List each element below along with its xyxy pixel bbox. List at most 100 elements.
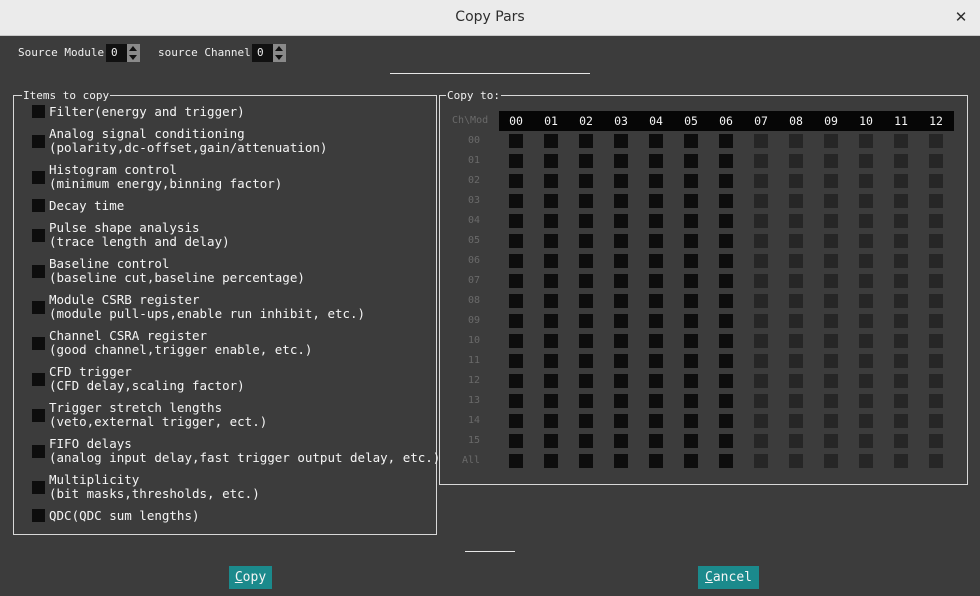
grid-checkbox[interactable] [929, 374, 943, 388]
grid-checkbox[interactable] [509, 274, 523, 288]
grid-checkbox[interactable] [824, 414, 838, 428]
grid-checkbox[interactable] [754, 314, 768, 328]
grid-checkbox[interactable] [824, 394, 838, 408]
grid-checkbox[interactable] [544, 354, 558, 368]
grid-checkbox[interactable] [544, 394, 558, 408]
grid-checkbox[interactable] [684, 194, 698, 208]
grid-checkbox[interactable] [754, 254, 768, 268]
copy-item-checkbox[interactable] [32, 481, 45, 494]
grid-checkbox[interactable] [614, 314, 628, 328]
grid-checkbox[interactable] [824, 354, 838, 368]
grid-checkbox[interactable] [614, 414, 628, 428]
grid-checkbox[interactable] [579, 354, 593, 368]
grid-checkbox[interactable] [789, 314, 803, 328]
grid-checkbox[interactable] [649, 374, 663, 388]
grid-checkbox[interactable] [859, 214, 873, 228]
grid-checkbox[interactable] [824, 274, 838, 288]
grid-checkbox[interactable] [824, 254, 838, 268]
grid-checkbox[interactable] [929, 174, 943, 188]
cancel-button[interactable]: Cancel [698, 566, 759, 589]
grid-checkbox[interactable] [859, 354, 873, 368]
grid-checkbox[interactable] [684, 314, 698, 328]
grid-checkbox[interactable] [929, 294, 943, 308]
source-channel-spinbox[interactable]: 0 [252, 44, 286, 62]
grid-checkbox[interactable] [544, 274, 558, 288]
copy-button[interactable]: Copy [229, 566, 272, 589]
grid-checkbox[interactable] [894, 174, 908, 188]
grid-checkbox[interactable] [754, 214, 768, 228]
grid-checkbox[interactable] [684, 354, 698, 368]
grid-checkbox[interactable] [684, 294, 698, 308]
copy-item-checkbox[interactable] [32, 445, 45, 458]
grid-checkbox[interactable] [789, 354, 803, 368]
grid-checkbox[interactable] [614, 234, 628, 248]
grid-checkbox[interactable] [684, 434, 698, 448]
grid-checkbox[interactable] [859, 194, 873, 208]
grid-checkbox[interactable] [894, 274, 908, 288]
grid-checkbox[interactable] [789, 254, 803, 268]
grid-checkbox[interactable] [719, 214, 733, 228]
grid-checkbox[interactable] [754, 134, 768, 148]
grid-checkbox[interactable] [754, 374, 768, 388]
grid-checkbox[interactable] [754, 454, 768, 468]
grid-checkbox[interactable] [614, 334, 628, 348]
grid-checkbox[interactable] [894, 214, 908, 228]
grid-checkbox[interactable] [859, 174, 873, 188]
grid-checkbox[interactable] [544, 134, 558, 148]
grid-checkbox[interactable] [649, 294, 663, 308]
grid-checkbox[interactable] [719, 274, 733, 288]
grid-checkbox[interactable] [859, 454, 873, 468]
grid-checkbox[interactable] [509, 234, 523, 248]
grid-checkbox[interactable] [894, 454, 908, 468]
grid-checkbox[interactable] [544, 214, 558, 228]
grid-checkbox[interactable] [684, 454, 698, 468]
grid-checkbox[interactable] [509, 414, 523, 428]
grid-checkbox[interactable] [614, 254, 628, 268]
grid-checkbox[interactable] [719, 374, 733, 388]
grid-checkbox[interactable] [929, 254, 943, 268]
grid-checkbox[interactable] [544, 254, 558, 268]
grid-checkbox[interactable] [719, 134, 733, 148]
grid-checkbox[interactable] [649, 434, 663, 448]
grid-checkbox[interactable] [614, 274, 628, 288]
grid-checkbox[interactable] [824, 134, 838, 148]
copy-item-checkbox[interactable] [32, 373, 45, 386]
grid-checkbox[interactable] [509, 434, 523, 448]
grid-checkbox[interactable] [859, 294, 873, 308]
grid-checkbox[interactable] [789, 394, 803, 408]
grid-checkbox[interactable] [579, 434, 593, 448]
copy-item-checkbox[interactable] [32, 105, 45, 118]
grid-checkbox[interactable] [824, 314, 838, 328]
grid-checkbox[interactable] [894, 394, 908, 408]
grid-checkbox[interactable] [859, 314, 873, 328]
grid-checkbox[interactable] [789, 194, 803, 208]
grid-checkbox[interactable] [684, 254, 698, 268]
grid-checkbox[interactable] [579, 234, 593, 248]
copy-item-checkbox[interactable] [32, 171, 45, 184]
grid-checkbox[interactable] [754, 154, 768, 168]
grid-checkbox[interactable] [544, 234, 558, 248]
grid-checkbox[interactable] [684, 274, 698, 288]
grid-checkbox[interactable] [929, 274, 943, 288]
grid-checkbox[interactable] [824, 374, 838, 388]
grid-checkbox[interactable] [649, 274, 663, 288]
grid-checkbox[interactable] [929, 134, 943, 148]
grid-checkbox[interactable] [929, 454, 943, 468]
grid-checkbox[interactable] [894, 154, 908, 168]
grid-checkbox[interactable] [649, 414, 663, 428]
grid-checkbox[interactable] [579, 374, 593, 388]
source-module-spinbox[interactable]: 0 [106, 44, 140, 62]
grid-checkbox[interactable] [509, 194, 523, 208]
grid-checkbox[interactable] [859, 154, 873, 168]
grid-checkbox[interactable] [684, 234, 698, 248]
grid-checkbox[interactable] [614, 214, 628, 228]
grid-checkbox[interactable] [614, 294, 628, 308]
grid-checkbox[interactable] [509, 354, 523, 368]
grid-checkbox[interactable] [719, 354, 733, 368]
grid-checkbox[interactable] [649, 174, 663, 188]
grid-checkbox[interactable] [859, 274, 873, 288]
grid-checkbox[interactable] [684, 374, 698, 388]
source-channel-value[interactable]: 0 [257, 46, 264, 59]
spinbox-arrows[interactable] [273, 44, 286, 62]
grid-checkbox[interactable] [649, 134, 663, 148]
